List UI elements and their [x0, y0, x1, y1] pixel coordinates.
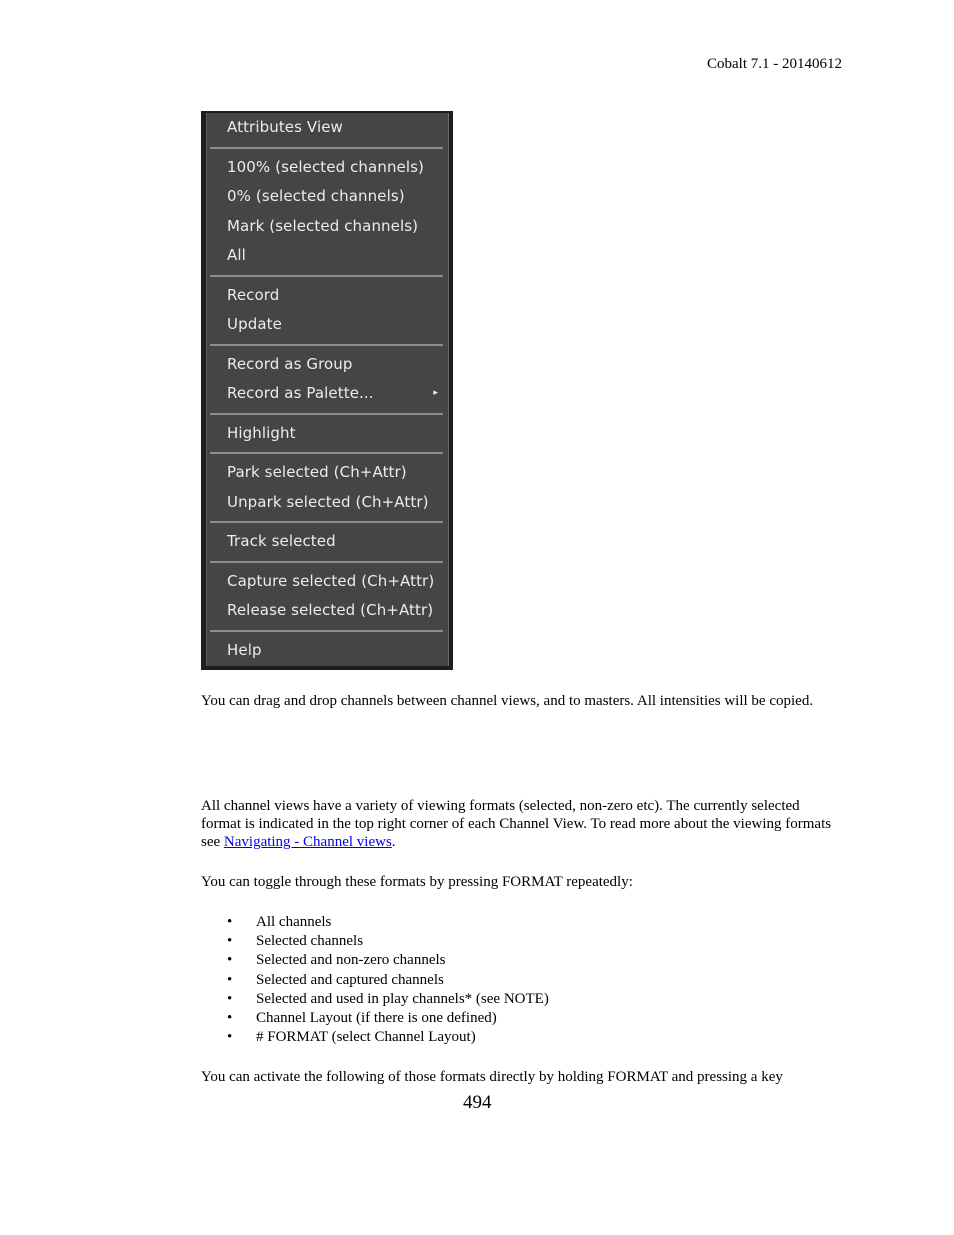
menu-item-label: Update [227, 315, 282, 333]
formats-intro-paragraph: All channel views have a variety of view… [201, 797, 841, 851]
format-label: # FORMAT (select Channel Layout) [256, 1029, 476, 1046]
document-version-header: Cobalt 7.1 - 20140612 [707, 56, 842, 72]
menu-item-100-selected-channels[interactable]: 100% (selected channels) [207, 153, 448, 183]
menu-separator [210, 629, 443, 632]
menu-item-label: All [227, 246, 246, 264]
format-list-item: • Channel Layout (if there is one defined… [201, 1009, 549, 1028]
menu-item-help[interactable]: Help [207, 636, 448, 666]
formats-list: • All channels • Selected channels • Selected… [201, 913, 549, 1047]
menu-item-label: Release selected (Ch+Attr) [227, 601, 434, 619]
menu-separator [210, 412, 443, 415]
activate-formats-paragraph: You can activate the following of those … [201, 1069, 783, 1085]
menu-separator [210, 560, 443, 563]
menu-item-record-as-palette[interactable]: Record as Palette... ▸ [207, 379, 448, 409]
menu-item-label: Record as Palette... [227, 384, 374, 402]
menu-item-mark-selected-channels[interactable]: Mark (selected channels) [207, 212, 448, 242]
menu-item-label: Record as Group [227, 354, 353, 373]
format-label: Selected channels [256, 933, 364, 950]
format-list-item: • Selected and used in play channels* (se… [201, 990, 549, 1009]
format-list-item: • All channels [201, 913, 549, 932]
format-label: All channels [256, 914, 332, 930]
menu-item-label: Unpark selected (Ch+Attr) [227, 492, 429, 511]
menu-item-attributes-view[interactable]: Attributes View [207, 113, 448, 143]
bullet-icon: • [227, 990, 233, 1007]
menu-item-highlight[interactable]: Highlight [207, 419, 448, 449]
menu-item-label: Attributes View [227, 118, 343, 136]
menu-item-park-selected-ch-attr[interactable]: Park selected (Ch+Attr) [207, 458, 448, 488]
menu-item-label: Highlight [227, 423, 296, 442]
drag-drop-paragraph: You can drag and drop channels between c… [201, 693, 814, 709]
format-label: Selected and captured channels [256, 971, 444, 988]
menu-separator [210, 521, 443, 523]
menu-item-unpark-selected-ch-attr[interactable]: Unpark selected (Ch+Attr) [207, 488, 448, 518]
menu-item-update[interactable]: Update [207, 310, 448, 340]
formats-intro-end: . [391, 834, 396, 850]
menu-item-label: Capture selected (Ch+Attr) [227, 571, 435, 590]
bullet-icon: • [227, 1029, 233, 1046]
format-list-item: • # FORMAT (select Channel Layout) [201, 1028, 549, 1047]
menu-separator [210, 146, 443, 149]
context-menu: Attributes View 100% (selected channels) 0… [206, 113, 449, 666]
menu-item-record-as-group[interactable]: Record as Group [207, 350, 448, 380]
menu-item-release-selected-ch-attr[interactable]: Release selected (Ch+Attr) [207, 596, 448, 626]
format-label: Channel Layout (if there is one defined) [256, 1009, 497, 1026]
format-list-item: • Selected and non-zero channels [201, 951, 549, 970]
format-list-item: • Selected channels [201, 932, 549, 951]
bullet-icon: • [227, 933, 233, 950]
menu-separator [210, 452, 443, 454]
bullet-icon: • [227, 914, 233, 930]
format-label: Selected and used in play channels* (see… [256, 990, 549, 1007]
bullet-icon: • [227, 971, 233, 988]
toggle-formats-paragraph: You can toggle through these formats by … [201, 874, 633, 890]
menu-item-all[interactable]: All [207, 241, 448, 271]
menu-item-label: Record [227, 285, 280, 304]
menu-item-label: 100% (selected channels) [227, 157, 425, 176]
menu-item-record[interactable]: Record [207, 281, 448, 311]
format-label: Selected and non-zero channels [256, 952, 446, 969]
context-menu-screenshot: Attributes View 100% (selected channels) 0… [201, 111, 453, 670]
menu-separator [210, 274, 443, 277]
page-number: 494 [463, 1092, 492, 1113]
menu-item-track-selected[interactable]: Track selected [207, 527, 448, 557]
bullet-icon: • [227, 952, 233, 969]
menu-item-0-selected-channels[interactable]: 0% (selected channels) [207, 182, 448, 212]
menu-item-label: Help [227, 640, 262, 659]
format-list-item: • Selected and captured channels [201, 971, 549, 990]
submenu-arrow-icon: ▸ [433, 388, 438, 398]
bullet-icon: • [227, 1009, 233, 1026]
menu-item-label: 0% (selected channels) [227, 187, 405, 205]
menu-item-label: Mark (selected channels) [227, 216, 419, 235]
menu-item-label: Park selected (Ch+Attr) [227, 463, 407, 481]
menu-item-capture-selected-ch-attr[interactable]: Capture selected (Ch+Attr) [207, 567, 448, 597]
menu-item-label: Track selected [227, 532, 336, 550]
menu-separator [210, 343, 443, 346]
navigating-channel-views-link[interactable]: Navigating - Channel views [224, 834, 392, 850]
